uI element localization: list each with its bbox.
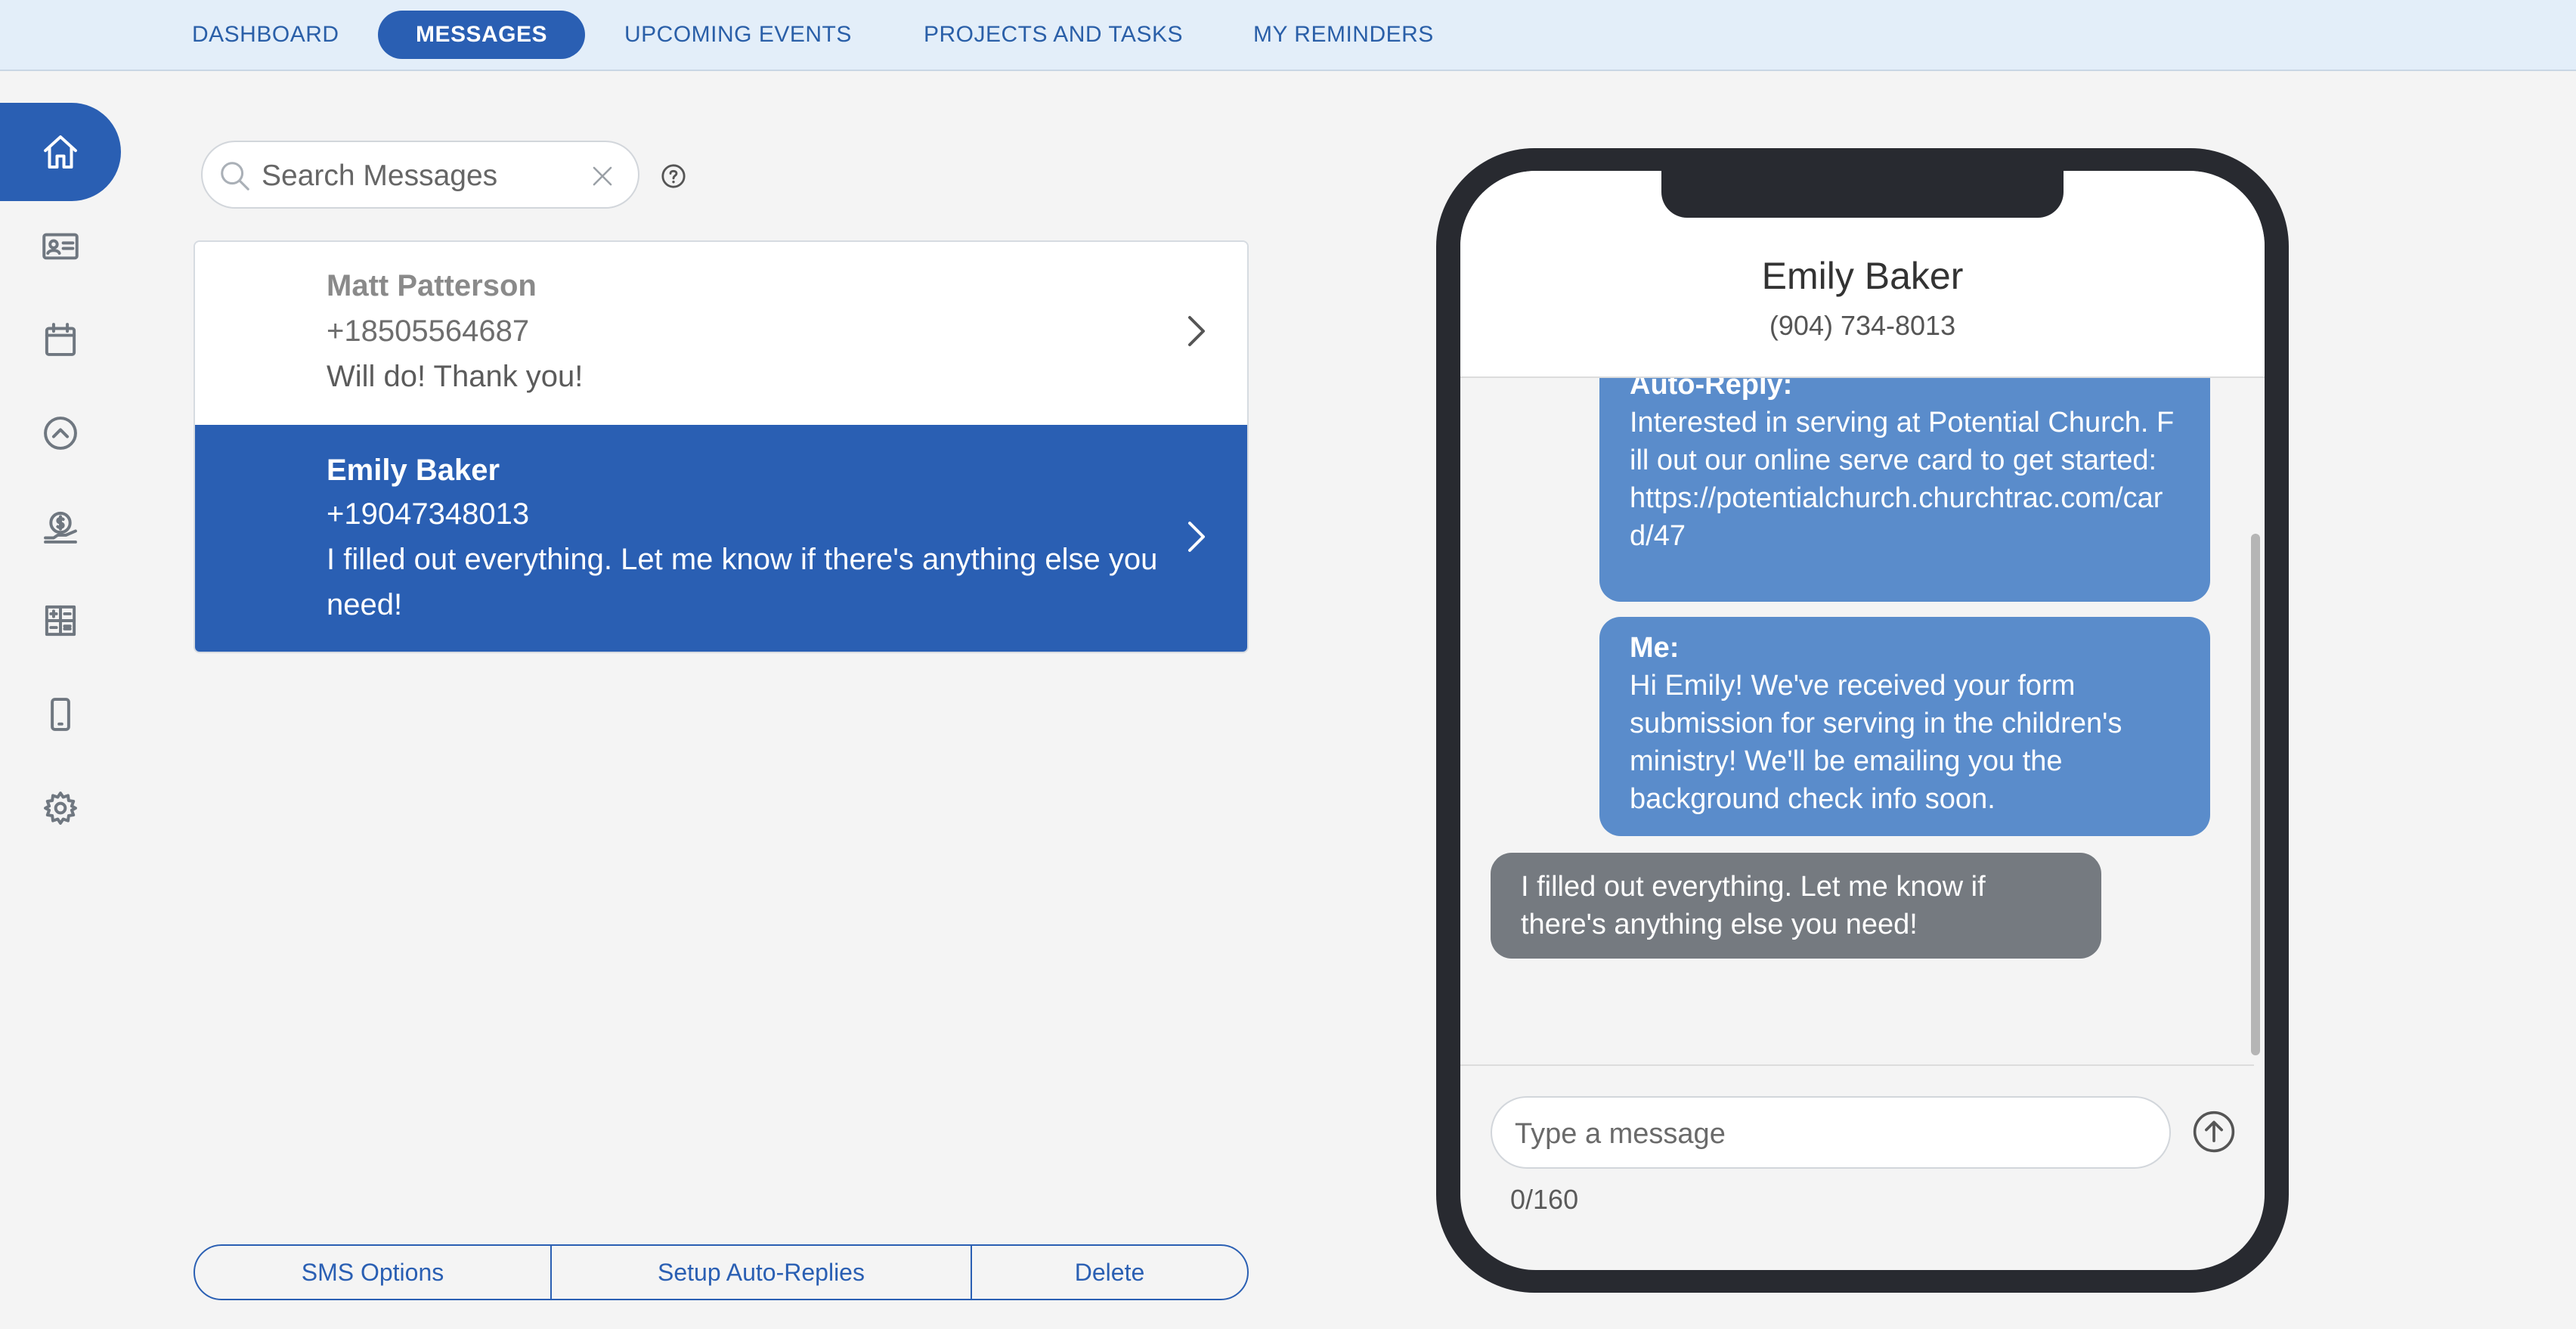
message-bubble-incoming: I filled out everything. Let me know if …	[1491, 853, 2101, 959]
message-sender: Auto-Reply:	[1630, 378, 1793, 401]
conversation-preview: I filled out everything. Let me know if …	[327, 543, 1158, 621]
message-actions-bar: SMS Options Setup Auto-Replies Delete	[194, 1244, 1249, 1300]
compose-box	[1491, 1096, 2171, 1169]
message-sender: Me:	[1630, 632, 1680, 664]
top-navigation: DASHBOARD MESSAGES UPCOMING EVENTS PROJE…	[0, 0, 2576, 71]
chat-contact-phone: (904) 734-8013	[1769, 310, 1956, 341]
chevron-up-circle-icon	[44, 417, 77, 450]
mobile-phone-icon	[51, 698, 70, 731]
donation-icon	[44, 511, 77, 544]
calculator-icon	[45, 605, 76, 637]
sidebar-item-accounting[interactable]	[0, 572, 121, 670]
message-text: Interested in serving at Potential Churc…	[1630, 407, 2175, 552]
sidebar-item-settings[interactable]	[0, 759, 121, 857]
search-box	[201, 141, 639, 209]
sms-options-button[interactable]: SMS Options	[195, 1246, 550, 1299]
phone-notch	[1661, 168, 2064, 218]
sidebar-item-mobile[interactable]	[0, 665, 121, 764]
conversation-phone: +19047348013	[327, 497, 530, 531]
conversation-name: Emily Baker	[327, 454, 500, 487]
thread-scrollbar[interactable]	[2246, 378, 2263, 1064]
sidebar-item-calendar[interactable]	[0, 290, 121, 389]
message-thread[interactable]: Auto-Reply: Interested in serving at Pot…	[1460, 378, 2254, 1066]
conversation-list: Matt Patterson +18505564687 Will do! Tha…	[194, 240, 1249, 653]
message-input[interactable]	[1513, 1113, 2151, 1155]
message-bubble-outgoing: Auto-Reply: Interested in serving at Pot…	[1599, 378, 2210, 602]
tab-dashboard[interactable]: DASHBOARD	[192, 11, 339, 59]
conversation-preview: Will do! Thank you!	[327, 360, 584, 393]
contact-card-icon	[42, 233, 79, 260]
sidebar-item-giving[interactable]	[0, 478, 121, 576]
chat-area: Auto-Reply: Interested in serving at Pot…	[1460, 378, 2265, 1234]
message-bubble-outgoing: Me: Hi Emily! We've received your form s…	[1599, 617, 2210, 836]
tab-projects-and-tasks[interactable]: PROJECTS AND TASKS	[924, 11, 1183, 59]
delete-button[interactable]: Delete	[971, 1246, 1247, 1299]
sidebar-item-home[interactable]	[0, 103, 121, 201]
search-icon	[221, 162, 249, 191]
setup-auto-replies-button[interactable]: Setup Auto-Replies	[550, 1246, 971, 1299]
help-icon[interactable]	[661, 163, 686, 189]
chevron-right-icon	[1188, 522, 1205, 552]
clear-search-icon[interactable]	[588, 162, 617, 191]
tab-upcoming-events[interactable]: UPCOMING EVENTS	[624, 11, 852, 59]
chat-contact-name: Emily Baker	[1761, 255, 1964, 297]
conversation-item-selected[interactable]: Emily Baker +19047348013 I filled out ev…	[195, 425, 1247, 652]
send-icon[interactable]	[2192, 1110, 2236, 1154]
phone-screen: Emily Baker (904) 734-8013 Auto-Reply: I…	[1460, 171, 2265, 1270]
home-icon	[44, 135, 77, 169]
scrollbar-thumb[interactable]	[2251, 534, 2260, 1055]
sidebar	[0, 71, 128, 1329]
calendar-icon	[45, 323, 76, 356]
conversation-name: Matt Patterson	[327, 269, 537, 302]
conversation-phone: +18505564687	[327, 314, 530, 348]
chevron-right-icon	[1188, 316, 1205, 346]
tab-my-reminders[interactable]: MY REMINDERS	[1253, 11, 1434, 59]
message-text: Hi Emily! We've received your form submi…	[1630, 670, 2122, 815]
message-text: I filled out everything. Let me know if …	[1521, 871, 1986, 940]
tab-messages[interactable]: MESSAGES	[378, 11, 586, 59]
gear-icon	[44, 792, 77, 825]
search-input[interactable]	[260, 154, 565, 198]
conversation-item[interactable]: Matt Patterson +18505564687 Will do! Tha…	[195, 242, 1247, 425]
sidebar-item-goals[interactable]	[0, 384, 121, 482]
character-counter: 0/160	[1510, 1184, 1579, 1215]
sidebar-item-contacts[interactable]	[0, 197, 121, 295]
